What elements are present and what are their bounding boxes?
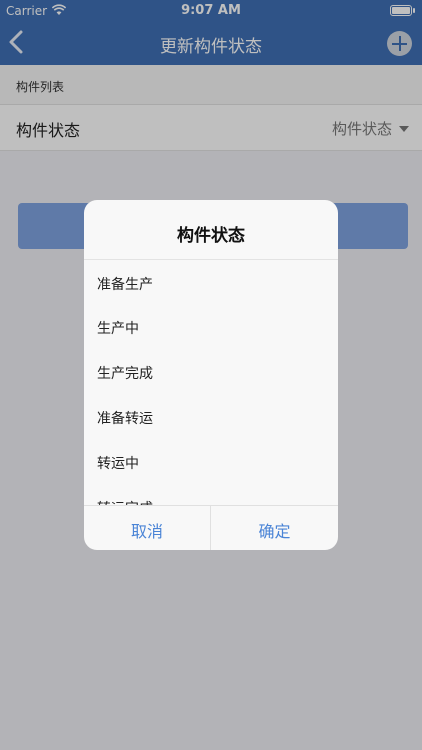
option-item[interactable]: 生产中 [84, 304, 338, 348]
confirm-button[interactable]: 确定 [211, 506, 338, 550]
status-picker-dialog: 构件状态 准备生产 生产中 生产完成 准备转运 转运中 转运完成 取消 确定 [84, 200, 338, 550]
dialog-buttons: 取消 确定 [84, 505, 338, 550]
option-item[interactable]: 转运中 [84, 439, 338, 483]
option-item[interactable]: 生产完成 [84, 349, 338, 393]
option-item[interactable]: 准备转运 [84, 394, 338, 438]
cancel-button[interactable]: 取消 [84, 506, 211, 550]
option-list[interactable]: 准备生产 生产中 生产完成 准备转运 转运中 转运完成 [84, 260, 338, 505]
dialog-title: 构件状态 [84, 200, 338, 260]
option-item[interactable]: 转运完成 [84, 484, 338, 505]
option-item[interactable]: 准备生产 [84, 260, 338, 304]
